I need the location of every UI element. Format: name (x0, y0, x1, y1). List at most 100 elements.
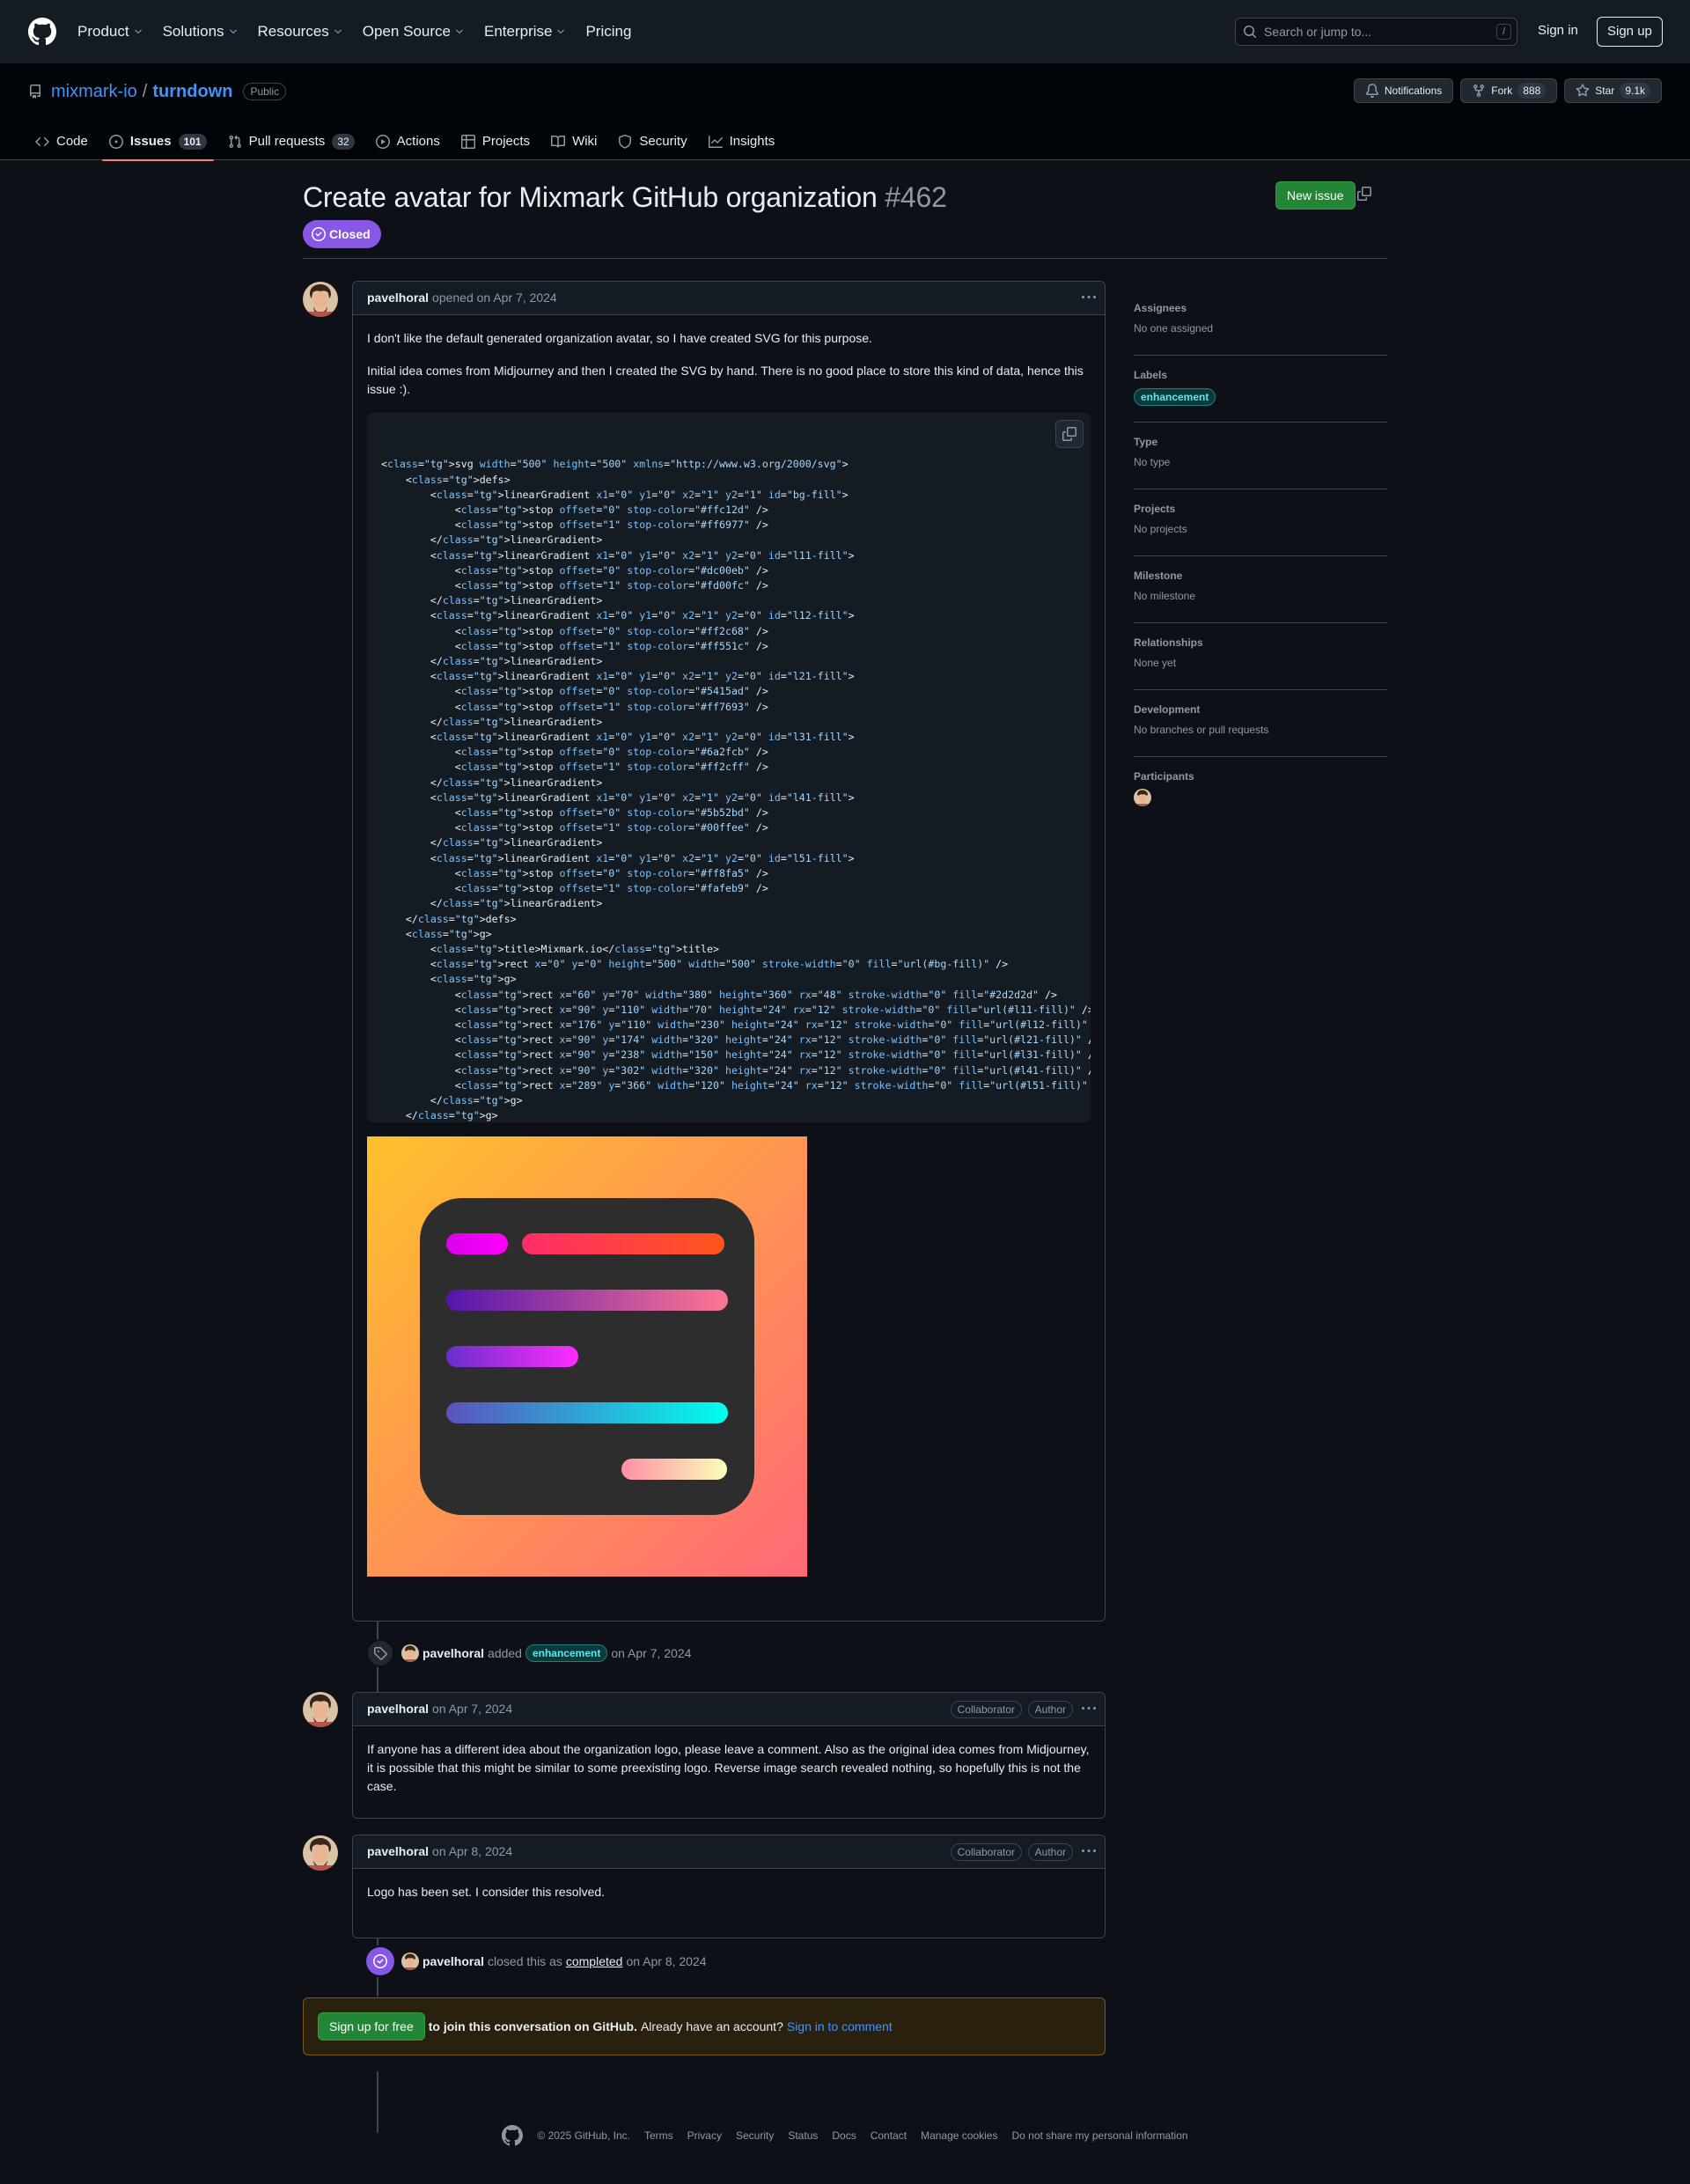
code-line: </class="tg">linearGradient> (381, 897, 603, 910)
comment-paragraph: Logo has been set. I consider this resol… (367, 1885, 606, 1899)
footer-link-privacy[interactable]: Privacy (687, 2128, 722, 2144)
footer-link-status[interactable]: Status (788, 2128, 818, 2144)
code-line: <class="tg">rect x="90" y="110" width="7… (381, 1003, 1091, 1016)
tab-wiki-label: Wiki (572, 133, 598, 149)
play-icon (375, 135, 390, 149)
nav-solutions[interactable]: Solutions (163, 20, 239, 43)
user-avatar-icon (1134, 789, 1151, 806)
chevron-down-icon (334, 29, 342, 34)
comment-menu-button[interactable] (1082, 290, 1096, 305)
tab-code-label: Code (56, 133, 88, 149)
search-placeholder: Search or jump to... (1264, 24, 1372, 39)
tab-projects[interactable]: Projects (454, 123, 537, 160)
tab-wiki[interactable]: Wiki (544, 123, 604, 160)
nav-pricing[interactable]: Pricing (585, 20, 631, 43)
copy-link-button[interactable] (1357, 187, 1373, 202)
nav-product[interactable]: Product (77, 20, 143, 43)
avatar[interactable] (303, 1835, 338, 1871)
tab-code[interactable]: Code (28, 123, 95, 160)
footer-link-terms[interactable]: Terms (644, 2128, 673, 2144)
comment-header: pavelhoral opened on Apr 7, 2024 (353, 282, 1105, 315)
issue-number: #462 (885, 181, 947, 213)
comment-menu-button[interactable] (1082, 1844, 1096, 1858)
comment-author-link[interactable]: pavelhoral (367, 289, 429, 307)
tab-insights-label: Insights (729, 133, 775, 149)
nav-enterprise[interactable]: Enterprise (484, 20, 566, 43)
code-line: <class="tg">linearGradient x1="0" y1="0"… (381, 851, 855, 864)
comment-author-link[interactable]: pavelhoral (367, 1842, 429, 1861)
avatar[interactable] (303, 282, 338, 317)
footer-link-docs[interactable]: Docs (832, 2128, 856, 2144)
sign-up-for-free-button[interactable]: Sign up for free (318, 2012, 425, 2041)
tab-issues[interactable]: Issues 101 (101, 123, 214, 161)
new-issue-button[interactable]: New issue (1275, 181, 1356, 210)
comment-body: Logo has been set. I consider this resol… (353, 1869, 1105, 1930)
timeline-line (377, 1977, 378, 1996)
star-count: 9.1k (1620, 83, 1650, 99)
issue-comment: pavelhoral opened on Apr 7, 2024 I don't… (352, 281, 1106, 1621)
fork-button[interactable]: Fork 888 (1460, 78, 1558, 103)
footer-copyright: © 2025 GitHub, Inc. (537, 2129, 630, 2142)
footer-link-manage-cookies[interactable]: Manage cookies (921, 2128, 997, 2144)
footer-link-security[interactable]: Security (736, 2128, 774, 2144)
issue-comment: pavelhoral on Apr 7, 2024 Collaborator A… (352, 1692, 1106, 1819)
tab-pull-requests[interactable]: Pull requests 32 (221, 123, 362, 160)
issue-comment: pavelhoral on Apr 8, 2024 Collaborator A… (352, 1835, 1106, 1938)
tab-security[interactable]: Security (611, 123, 694, 160)
label-enhancement[interactable]: enhancement (1134, 388, 1216, 406)
tab-issues-label: Issues (129, 133, 172, 149)
participant-avatar[interactable] (1134, 789, 1151, 806)
visibility-badge: Public (243, 83, 287, 100)
header-divider (303, 258, 1387, 259)
chevron-down-icon (229, 29, 237, 34)
notifications-button[interactable]: Notifications (1353, 78, 1454, 103)
graph-icon (708, 136, 723, 148)
nav-open-source[interactable]: Open Source (363, 20, 465, 43)
avatar[interactable] (401, 1644, 419, 1662)
copy-code-button[interactable] (1055, 420, 1084, 448)
star-button[interactable]: Star 9.1k (1564, 78, 1662, 103)
completed-link[interactable]: completed (566, 1952, 623, 1971)
avatar[interactable] (303, 1692, 338, 1727)
repo-actions: Notifications Fork 888 Star 9.1k (1353, 78, 1662, 103)
github-logo-icon[interactable] (28, 18, 56, 46)
nav-resources[interactable]: Resources (258, 20, 343, 43)
author-badge: Author (1027, 1701, 1073, 1718)
site-footer: © 2025 GitHub, Inc. Terms Privacy Securi… (0, 2125, 1690, 2146)
kebab-horizontal-icon (1082, 296, 1096, 298)
issue-closed-icon (312, 227, 326, 241)
sign-up-button[interactable]: Sign up (1597, 17, 1663, 47)
code-line: </class="tg">defs> (381, 912, 517, 925)
event-author-link[interactable]: pavelhoral (422, 1644, 484, 1663)
label-enhancement[interactable]: enhancement (525, 1644, 608, 1662)
mixmark-logo-image[interactable] (367, 1136, 807, 1577)
tab-insights[interactable]: Insights (702, 123, 783, 160)
tab-actions[interactable]: Actions (369, 123, 447, 160)
sidebar-projects: Projects No projects (1134, 489, 1387, 556)
tab-pull-requests-count: 32 (332, 134, 355, 150)
search-input[interactable]: Search or jump to... / (1235, 18, 1517, 46)
sidebar-relationships: Relationships None yet (1134, 623, 1387, 690)
comment-menu-button[interactable] (1082, 1702, 1096, 1716)
avatar[interactable] (401, 1952, 419, 1970)
timeline-line (377, 2071, 378, 2133)
sign-in-to-comment-link[interactable]: Sign in to comment (787, 2018, 893, 2036)
code-line: <class="tg">stop offset="0" stop-color="… (381, 563, 768, 577)
repo-owner-link[interactable]: mixmark-io (51, 78, 137, 105)
comment-author-link[interactable]: pavelhoral (367, 1700, 429, 1718)
footer-link-do-not-share[interactable]: Do not share my personal information (1011, 2128, 1187, 2144)
chevron-down-icon (134, 29, 142, 34)
code-icon (35, 136, 49, 147)
repo-separator: / (142, 82, 148, 101)
code-line: <class="tg">stop offset="1" stop-color="… (381, 639, 768, 652)
fork-icon (1473, 85, 1485, 98)
sidebar-value: No projects (1134, 523, 1187, 535)
event-author-link[interactable]: pavelhoral (422, 1952, 484, 1971)
issue-title-text: Create avatar for Mixmark GitHub organiz… (303, 181, 878, 213)
footer-link-contact[interactable]: Contact (871, 2128, 907, 2144)
user-avatar-icon (303, 1692, 338, 1727)
collaborator-badge: Collaborator (950, 1843, 1022, 1861)
sign-in-link[interactable]: Sign in (1538, 21, 1578, 41)
github-logo-icon[interactable] (502, 2125, 524, 2146)
repo-name-link[interactable]: turndown (152, 78, 232, 105)
